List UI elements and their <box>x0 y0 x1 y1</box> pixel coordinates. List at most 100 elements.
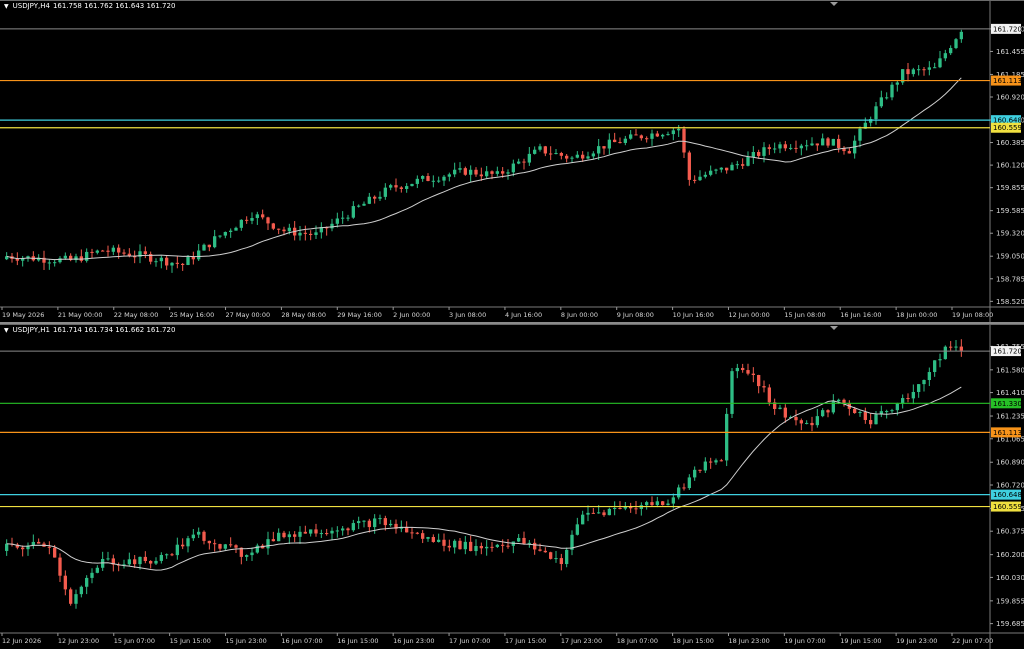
candle <box>751 146 755 164</box>
candle <box>757 374 761 394</box>
candlestick-chart-h4[interactable]: 161.720161.455161.185160.920160.650160.3… <box>0 1 1024 323</box>
candle <box>559 553 563 571</box>
triangle-down-icon[interactable]: ▼ <box>4 3 9 10</box>
candlestick-chart-h1[interactable]: 161.755161.580161.410161.235161.065160.8… <box>0 325 1024 649</box>
candle <box>645 500 649 510</box>
candle-body <box>746 157 750 166</box>
candle-body <box>421 533 425 539</box>
candle <box>31 251 35 262</box>
candle-body <box>245 219 249 221</box>
candle-body <box>591 512 595 514</box>
candle-body <box>490 546 494 548</box>
candle <box>591 151 595 160</box>
candle-body <box>554 558 558 560</box>
candle-body <box>106 558 110 560</box>
candle-body <box>762 147 766 156</box>
candle <box>906 393 910 403</box>
candle-body <box>282 229 286 232</box>
candle <box>319 529 323 539</box>
candle <box>922 379 926 392</box>
candle-body <box>255 545 259 553</box>
candle-body <box>751 152 755 158</box>
candle <box>474 539 478 556</box>
candle-body <box>5 543 9 551</box>
candle-body <box>410 183 414 187</box>
candle-body <box>357 205 361 207</box>
candle-body <box>298 531 302 537</box>
y-tick-label: 159.685 <box>996 620 1024 628</box>
candle <box>959 339 963 357</box>
candle-body <box>885 411 889 413</box>
candle <box>933 360 937 377</box>
candle-body <box>543 550 547 553</box>
chart-panel-h1[interactable]: ▼ USDJPY,H1 161.714 161.734 161.662 161.… <box>0 324 1024 649</box>
candle <box>165 553 169 559</box>
candle-body <box>655 133 659 137</box>
candle-body <box>741 367 745 371</box>
candle <box>74 589 78 609</box>
candle <box>613 501 617 516</box>
candle <box>101 249 105 252</box>
candle-body <box>735 367 739 372</box>
candle-body <box>639 135 643 139</box>
candle-body <box>245 555 249 557</box>
candle-body <box>906 398 910 400</box>
candle-body <box>213 543 217 545</box>
candle-body <box>730 164 734 171</box>
candle-body <box>357 521 361 524</box>
candle-body <box>719 167 723 170</box>
candle-body <box>426 176 430 181</box>
candle-body <box>959 31 963 40</box>
candle-body <box>943 53 947 59</box>
candle <box>255 543 259 554</box>
candle-body <box>559 558 563 565</box>
candle <box>906 62 910 82</box>
candle <box>357 204 361 208</box>
y-tick-label: 160.200 <box>996 551 1024 559</box>
candle-body <box>650 502 654 506</box>
candle-body <box>810 143 814 146</box>
x-tick-label: 16 Jun 15:00 <box>337 637 378 645</box>
candle-body <box>938 359 942 361</box>
candle <box>53 259 57 267</box>
candle-body <box>154 261 158 263</box>
candle <box>826 409 830 418</box>
candle <box>858 126 862 148</box>
candle-body <box>655 501 659 506</box>
candle <box>730 367 734 418</box>
y-tick-label: 158.785 <box>996 275 1024 283</box>
candle-body <box>933 360 937 373</box>
candle-body <box>927 372 931 381</box>
candle <box>149 251 153 265</box>
chart-panel-h4[interactable]: ▼ USDJPY,H4 161.758 161.762 161.643 161.… <box>0 0 1024 323</box>
candle <box>453 162 457 178</box>
candle-body <box>181 263 185 266</box>
candle <box>346 527 350 536</box>
candle-body <box>751 373 755 376</box>
candle <box>277 528 281 542</box>
candle <box>607 133 611 155</box>
candle <box>794 140 798 153</box>
candle-body <box>559 153 563 156</box>
candle <box>266 216 270 230</box>
candle <box>783 404 787 423</box>
candle <box>911 67 915 77</box>
candle-body <box>58 557 62 576</box>
candle <box>138 244 142 264</box>
y-tick-label: 160.720 <box>996 482 1024 490</box>
x-tick-label: 17 Jun 15:00 <box>505 637 546 645</box>
triangle-down-icon[interactable]: ▼ <box>4 327 9 334</box>
chart-title-h1: ▼ USDJPY,H1 161.714 161.734 161.662 161.… <box>4 326 175 334</box>
candle-body <box>906 69 910 75</box>
candle-body <box>549 552 553 559</box>
candle <box>650 496 654 508</box>
candle <box>517 534 521 543</box>
candle <box>63 570 67 596</box>
candle <box>687 150 691 186</box>
candle <box>831 138 835 146</box>
candle <box>410 527 414 539</box>
candle <box>901 394 905 409</box>
candle-body <box>303 531 307 534</box>
candle <box>197 244 201 262</box>
candle <box>90 248 94 259</box>
